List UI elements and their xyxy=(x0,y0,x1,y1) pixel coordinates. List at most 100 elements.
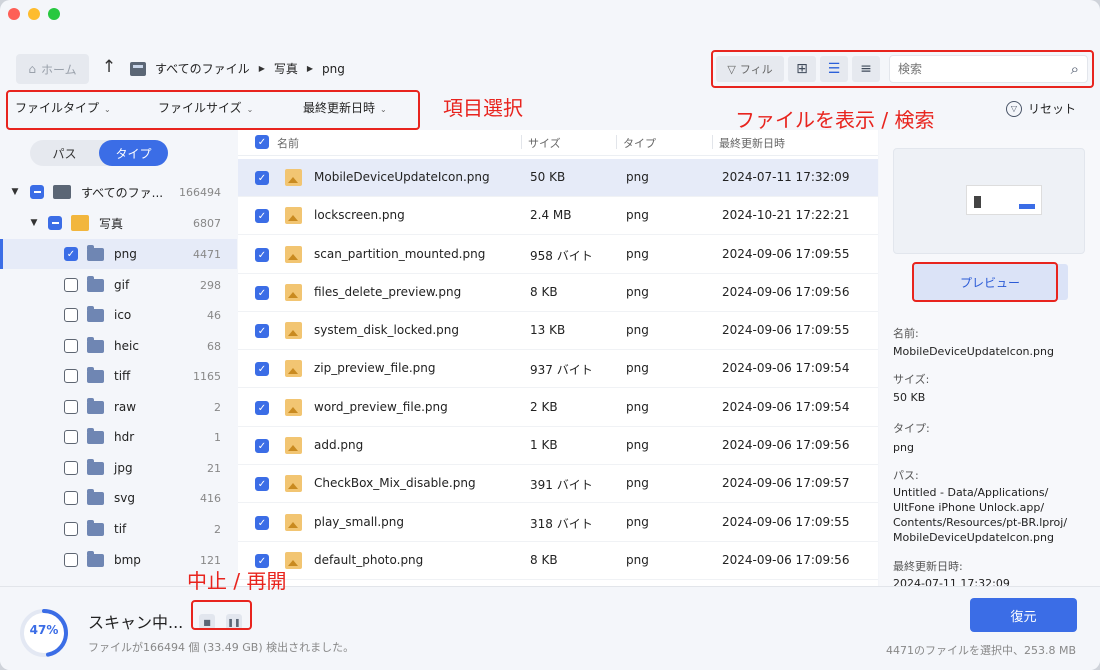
tree-item-hdr[interactable]: hdr 1 xyxy=(0,422,237,452)
file-type-select[interactable]: ファイルタイプ ⌄ xyxy=(15,93,111,123)
tab-path[interactable]: パス xyxy=(30,140,99,166)
file-date: 2024-09-06 17:09:54 xyxy=(722,400,850,414)
row-checkbox[interactable]: ✓ xyxy=(255,209,269,223)
folder-icon xyxy=(87,458,104,475)
file-date: 2024-09-06 17:09:56 xyxy=(722,438,850,452)
tree-count: 298 xyxy=(200,278,221,292)
file-type: png xyxy=(626,553,649,567)
folder-icon xyxy=(87,305,104,322)
tree-checkbox[interactable] xyxy=(64,491,78,505)
tree-label: jpg xyxy=(114,461,133,475)
modified-date-select[interactable]: 最終更新日時 ⌄ xyxy=(303,93,387,123)
column-size[interactable]: サイズ xyxy=(528,135,561,151)
table-row[interactable]: ✓ scan_partition_mounted.png 958 バイト png… xyxy=(238,236,878,274)
zoom-window-button[interactable] xyxy=(48,8,60,20)
reset-button[interactable]: ▽ リセット xyxy=(1006,100,1076,117)
tree-item-jpg[interactable]: jpg 21 xyxy=(0,453,237,483)
tree-item-all-files[interactable]: ▼ すべてのファ... 166494 xyxy=(0,177,237,207)
row-checkbox[interactable]: ✓ xyxy=(255,401,269,415)
tree-checkbox[interactable] xyxy=(64,400,78,414)
file-size: 958 バイト xyxy=(530,249,593,263)
tree-item-svg[interactable]: svg 416 xyxy=(0,483,237,513)
tree-checkbox[interactable] xyxy=(64,339,78,353)
file-size: 1 KB xyxy=(530,438,558,452)
window-controls xyxy=(8,8,60,20)
row-checkbox[interactable]: ✓ xyxy=(255,477,269,491)
image-file-icon xyxy=(285,284,302,301)
scan-status-title: スキャン中... xyxy=(88,613,184,632)
breadcrumb-item[interactable]: すべてのファイル xyxy=(155,60,250,77)
home-button[interactable]: ⌂ ホーム xyxy=(16,54,89,84)
size-value: 50 KB xyxy=(893,391,926,404)
file-type: png xyxy=(626,438,649,452)
row-checkbox[interactable]: ✓ xyxy=(255,362,269,376)
tree-item-tiff[interactable]: tiff 1165 xyxy=(0,361,237,391)
tree-checkbox[interactable] xyxy=(64,430,78,444)
breadcrumb-separator-icon: ▶ xyxy=(306,64,314,73)
tree-checkbox[interactable] xyxy=(64,369,78,383)
file-name: scan_partition_mounted.png xyxy=(314,247,486,261)
breadcrumb-item[interactable]: png xyxy=(322,62,345,76)
tree-checkbox[interactable]: ✓ xyxy=(64,247,78,261)
table-row[interactable]: ✓ default_photo.png 8 KB png 2024-09-06 … xyxy=(238,542,878,580)
tree-item-ico[interactable]: ico 46 xyxy=(0,300,237,330)
tree-label: すべてのファ... xyxy=(81,185,164,200)
tree-label: raw xyxy=(114,400,137,414)
table-row[interactable]: ✓ word_preview_file.png 2 KB png 2024-09… xyxy=(238,389,878,427)
file-size-select[interactable]: ファイルサイズ ⌄ xyxy=(158,93,253,123)
reset-label: リセット xyxy=(1028,102,1077,116)
tree-label: bmp xyxy=(114,553,141,567)
tree-item-raw[interactable]: raw 2 xyxy=(0,392,237,422)
row-checkbox[interactable]: ✓ xyxy=(255,286,269,300)
preview-thumbnail xyxy=(893,148,1085,254)
minimize-window-button[interactable] xyxy=(28,8,40,20)
table-row[interactable]: ✓ lockscreen.png 2.4 MB png 2024-10-21 1… xyxy=(238,197,878,235)
table-row[interactable]: ✓ play_small.png 318 バイト png 2024-09-06 … xyxy=(238,504,878,542)
column-modified[interactable]: 最終更新日時 xyxy=(719,135,785,151)
expand-triangle-icon[interactable]: ▼ xyxy=(29,218,39,228)
table-row[interactable]: ✓ zip_preview_file.png 937 バイト png 2024-… xyxy=(238,350,878,388)
tree-checkbox[interactable] xyxy=(48,216,62,230)
table-row[interactable]: ✓ files_delete_preview.png 8 KB png 2024… xyxy=(238,274,878,312)
tree-checkbox[interactable] xyxy=(64,553,78,567)
tree-count: 21 xyxy=(207,461,221,475)
tree-item-gif[interactable]: gif 298 xyxy=(0,270,237,300)
table-row[interactable]: ✓ system_disk_locked.png 13 KB png 2024-… xyxy=(238,312,878,350)
file-name: word_preview_file.png xyxy=(314,400,448,414)
row-checkbox[interactable]: ✓ xyxy=(255,324,269,338)
table-row[interactable]: ✓ MobileDeviceUpdateIcon.png 50 KB png 2… xyxy=(238,159,878,197)
file-size: 50 KB xyxy=(530,170,566,184)
tree-item-png[interactable]: ✓ png 4471 xyxy=(0,239,237,269)
folder-icon xyxy=(87,550,104,567)
up-arrow-icon[interactable]: ↑ xyxy=(100,57,118,79)
table-row[interactable]: ✓ CheckBox_Mix_disable.png 391 バイト png 2… xyxy=(238,465,878,503)
table-row[interactable]: ✓ add.png 1 KB png 2024-09-06 17:09:56 xyxy=(238,427,878,465)
tree-checkbox[interactable] xyxy=(64,522,78,536)
file-size: 13 KB xyxy=(530,323,566,337)
select-all-checkbox[interactable]: ✓ xyxy=(255,135,269,149)
folder-icon xyxy=(87,366,104,383)
row-checkbox[interactable]: ✓ xyxy=(255,516,269,530)
tree-item-heic[interactable]: heic 68 xyxy=(0,331,237,361)
tree-checkbox[interactable] xyxy=(64,278,78,292)
column-name[interactable]: 名前 xyxy=(277,135,299,151)
row-checkbox[interactable]: ✓ xyxy=(255,171,269,185)
row-checkbox[interactable]: ✓ xyxy=(255,439,269,453)
tree-checkbox[interactable] xyxy=(30,185,44,199)
tree-checkbox[interactable] xyxy=(64,461,78,475)
tree-item-photos[interactable]: ▼ 写真 6807 xyxy=(0,208,237,238)
file-date: 2024-07-11 17:32:09 xyxy=(722,170,850,184)
chevron-down-icon: ⌄ xyxy=(380,105,387,114)
annotation-box-preview xyxy=(912,262,1058,302)
file-size: 2.4 MB xyxy=(530,208,572,222)
expand-triangle-icon[interactable]: ▼ xyxy=(10,187,20,197)
tree-checkbox[interactable] xyxy=(64,308,78,322)
close-window-button[interactable] xyxy=(8,8,20,20)
recover-button[interactable]: 復元 xyxy=(970,598,1077,632)
tree-item-tif[interactable]: tif 2 xyxy=(0,514,237,544)
column-type[interactable]: タイプ xyxy=(623,135,656,151)
tab-type[interactable]: タイプ xyxy=(99,140,168,166)
breadcrumb-item[interactable]: 写真 xyxy=(274,60,298,77)
row-checkbox[interactable]: ✓ xyxy=(255,248,269,262)
file-date: 2024-09-06 17:09:55 xyxy=(722,515,850,529)
